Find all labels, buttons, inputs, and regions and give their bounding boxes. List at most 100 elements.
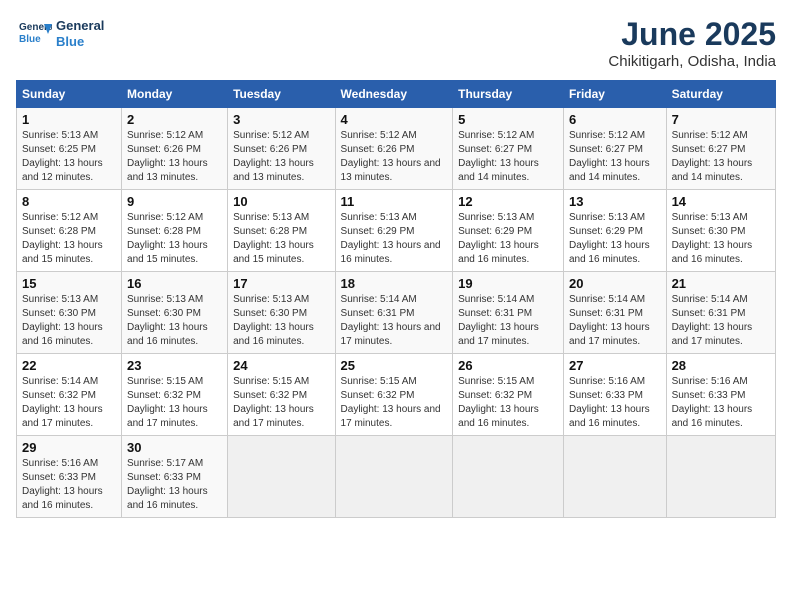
col-friday: Friday	[563, 81, 666, 108]
day-number: 1	[22, 112, 116, 127]
calendar-cell: 2 Sunrise: 5:12 AMSunset: 6:26 PMDayligh…	[122, 108, 228, 190]
day-number: 12	[458, 194, 558, 209]
col-sunday: Sunday	[17, 81, 122, 108]
day-number: 14	[672, 194, 770, 209]
day-detail: Sunrise: 5:13 AMSunset: 6:29 PMDaylight:…	[341, 211, 448, 267]
day-detail: Sunrise: 5:13 AMSunset: 6:29 PMDaylight:…	[458, 211, 558, 267]
calendar-cell: 10 Sunrise: 5:13 AMSunset: 6:28 PMDaylig…	[228, 190, 335, 272]
calendar-cell: 28 Sunrise: 5:16 AMSunset: 6:33 PMDaylig…	[666, 354, 775, 436]
calendar-week-row: 29 Sunrise: 5:16 AMSunset: 6:33 PMDaylig…	[17, 436, 776, 518]
header-row: Sunday Monday Tuesday Wednesday Thursday…	[17, 81, 776, 108]
day-detail: Sunrise: 5:12 AMSunset: 6:28 PMDaylight:…	[127, 211, 222, 267]
day-number: 26	[458, 358, 558, 373]
calendar-cell	[335, 436, 453, 518]
calendar-cell: 15 Sunrise: 5:13 AMSunset: 6:30 PMDaylig…	[17, 272, 122, 354]
day-detail: Sunrise: 5:13 AMSunset: 6:29 PMDaylight:…	[569, 211, 661, 267]
day-number: 16	[127, 276, 222, 291]
day-detail: Sunrise: 5:14 AMSunset: 6:31 PMDaylight:…	[672, 293, 770, 349]
day-number: 22	[22, 358, 116, 373]
calendar-cell: 20 Sunrise: 5:14 AMSunset: 6:31 PMDaylig…	[563, 272, 666, 354]
col-monday: Monday	[122, 81, 228, 108]
calendar-cell: 19 Sunrise: 5:14 AMSunset: 6:31 PMDaylig…	[453, 272, 564, 354]
calendar-week-row: 1 Sunrise: 5:13 AMSunset: 6:25 PMDayligh…	[17, 108, 776, 190]
day-number: 3	[233, 112, 329, 127]
day-number: 11	[341, 194, 448, 209]
calendar-cell: 18 Sunrise: 5:14 AMSunset: 6:31 PMDaylig…	[335, 272, 453, 354]
calendar-cell	[453, 436, 564, 518]
day-number: 8	[22, 194, 116, 209]
svg-text:Blue: Blue	[19, 34, 41, 45]
calendar-week-row: 15 Sunrise: 5:13 AMSunset: 6:30 PMDaylig…	[17, 272, 776, 354]
day-detail: Sunrise: 5:13 AMSunset: 6:25 PMDaylight:…	[22, 129, 116, 185]
col-wednesday: Wednesday	[335, 81, 453, 108]
calendar-cell: 8 Sunrise: 5:12 AMSunset: 6:28 PMDayligh…	[17, 190, 122, 272]
day-number: 20	[569, 276, 661, 291]
day-detail: Sunrise: 5:12 AMSunset: 6:27 PMDaylight:…	[569, 129, 661, 185]
day-number: 13	[569, 194, 661, 209]
header: General Blue General Blue June 2025 Chik…	[16, 16, 776, 70]
day-number: 5	[458, 112, 558, 127]
day-detail: Sunrise: 5:13 AMSunset: 6:28 PMDaylight:…	[233, 211, 329, 267]
day-number: 27	[569, 358, 661, 373]
calendar-cell: 1 Sunrise: 5:13 AMSunset: 6:25 PMDayligh…	[17, 108, 122, 190]
calendar-cell: 13 Sunrise: 5:13 AMSunset: 6:29 PMDaylig…	[563, 190, 666, 272]
day-number: 9	[127, 194, 222, 209]
calendar-cell: 16 Sunrise: 5:13 AMSunset: 6:30 PMDaylig…	[122, 272, 228, 354]
day-number: 4	[341, 112, 448, 127]
calendar-cell	[563, 436, 666, 518]
day-number: 23	[127, 358, 222, 373]
day-detail: Sunrise: 5:15 AMSunset: 6:32 PMDaylight:…	[458, 375, 558, 431]
calendar-cell: 22 Sunrise: 5:14 AMSunset: 6:32 PMDaylig…	[17, 354, 122, 436]
calendar-cell: 11 Sunrise: 5:13 AMSunset: 6:29 PMDaylig…	[335, 190, 453, 272]
calendar-subtitle: Chikitigarh, Odisha, India	[608, 53, 776, 70]
day-detail: Sunrise: 5:15 AMSunset: 6:32 PMDaylight:…	[127, 375, 222, 431]
title-area: June 2025 Chikitigarh, Odisha, India	[608, 16, 776, 70]
day-number: 7	[672, 112, 770, 127]
calendar-cell: 5 Sunrise: 5:12 AMSunset: 6:27 PMDayligh…	[453, 108, 564, 190]
day-detail: Sunrise: 5:13 AMSunset: 6:30 PMDaylight:…	[22, 293, 116, 349]
day-number: 6	[569, 112, 661, 127]
calendar-cell: 9 Sunrise: 5:12 AMSunset: 6:28 PMDayligh…	[122, 190, 228, 272]
calendar-cell: 26 Sunrise: 5:15 AMSunset: 6:32 PMDaylig…	[453, 354, 564, 436]
day-number: 18	[341, 276, 448, 291]
day-number: 30	[127, 440, 222, 455]
calendar-cell: 14 Sunrise: 5:13 AMSunset: 6:30 PMDaylig…	[666, 190, 775, 272]
calendar-cell: 3 Sunrise: 5:12 AMSunset: 6:26 PMDayligh…	[228, 108, 335, 190]
day-detail: Sunrise: 5:12 AMSunset: 6:28 PMDaylight:…	[22, 211, 116, 267]
logo-text-general: General	[56, 18, 104, 34]
day-number: 25	[341, 358, 448, 373]
calendar-week-row: 8 Sunrise: 5:12 AMSunset: 6:28 PMDayligh…	[17, 190, 776, 272]
calendar-table: Sunday Monday Tuesday Wednesday Thursday…	[16, 80, 776, 518]
day-detail: Sunrise: 5:13 AMSunset: 6:30 PMDaylight:…	[233, 293, 329, 349]
day-detail: Sunrise: 5:15 AMSunset: 6:32 PMDaylight:…	[341, 375, 448, 431]
day-detail: Sunrise: 5:15 AMSunset: 6:32 PMDaylight:…	[233, 375, 329, 431]
calendar-cell: 24 Sunrise: 5:15 AMSunset: 6:32 PMDaylig…	[228, 354, 335, 436]
calendar-cell: 30 Sunrise: 5:17 AMSunset: 6:33 PMDaylig…	[122, 436, 228, 518]
calendar-cell: 7 Sunrise: 5:12 AMSunset: 6:27 PMDayligh…	[666, 108, 775, 190]
day-detail: Sunrise: 5:12 AMSunset: 6:27 PMDaylight:…	[458, 129, 558, 185]
day-number: 15	[22, 276, 116, 291]
day-detail: Sunrise: 5:14 AMSunset: 6:32 PMDaylight:…	[22, 375, 116, 431]
day-number: 10	[233, 194, 329, 209]
calendar-title: June 2025	[608, 16, 776, 53]
logo-icon: General Blue	[16, 16, 52, 52]
day-detail: Sunrise: 5:17 AMSunset: 6:33 PMDaylight:…	[127, 457, 222, 513]
calendar-cell: 25 Sunrise: 5:15 AMSunset: 6:32 PMDaylig…	[335, 354, 453, 436]
day-detail: Sunrise: 5:16 AMSunset: 6:33 PMDaylight:…	[569, 375, 661, 431]
day-number: 2	[127, 112, 222, 127]
calendar-cell: 17 Sunrise: 5:13 AMSunset: 6:30 PMDaylig…	[228, 272, 335, 354]
day-detail: Sunrise: 5:12 AMSunset: 6:26 PMDaylight:…	[341, 129, 448, 185]
calendar-cell: 21 Sunrise: 5:14 AMSunset: 6:31 PMDaylig…	[666, 272, 775, 354]
logo-text-blue: Blue	[56, 34, 104, 50]
day-detail: Sunrise: 5:13 AMSunset: 6:30 PMDaylight:…	[127, 293, 222, 349]
day-detail: Sunrise: 5:12 AMSunset: 6:26 PMDaylight:…	[127, 129, 222, 185]
day-detail: Sunrise: 5:13 AMSunset: 6:30 PMDaylight:…	[672, 211, 770, 267]
day-detail: Sunrise: 5:14 AMSunset: 6:31 PMDaylight:…	[569, 293, 661, 349]
day-number: 21	[672, 276, 770, 291]
day-number: 28	[672, 358, 770, 373]
day-detail: Sunrise: 5:12 AMSunset: 6:27 PMDaylight:…	[672, 129, 770, 185]
day-number: 29	[22, 440, 116, 455]
day-number: 19	[458, 276, 558, 291]
logo: General Blue General Blue	[16, 16, 104, 52]
day-number: 17	[233, 276, 329, 291]
